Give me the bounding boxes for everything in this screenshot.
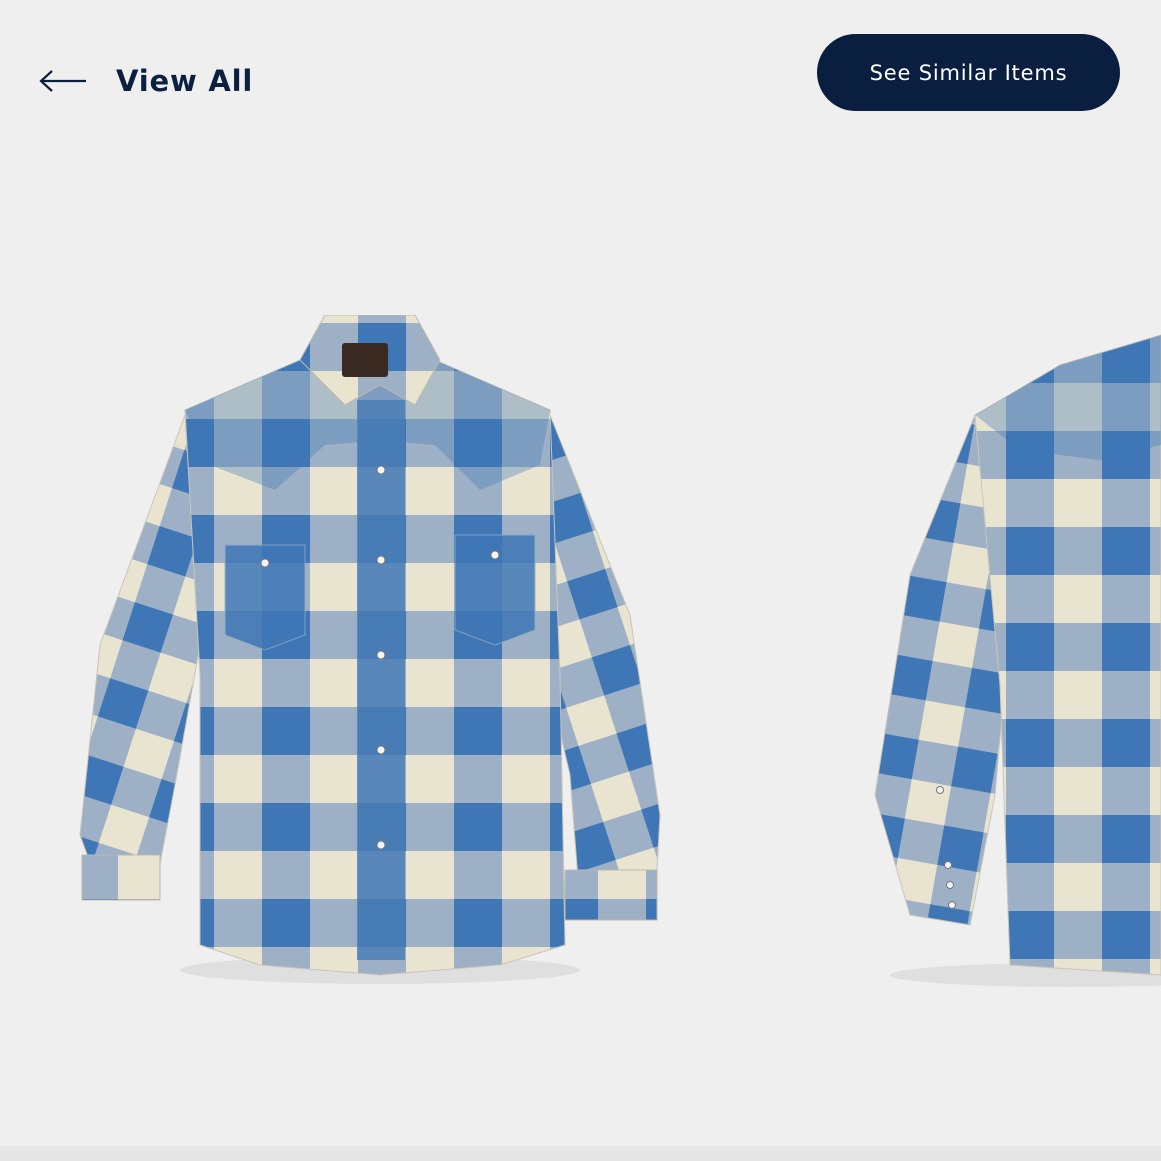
see-similar-items-button[interactable]: See Similar Items	[817, 34, 1120, 111]
bottom-divider	[0, 1146, 1161, 1161]
view-all-link[interactable]: View All	[38, 56, 253, 106]
arrow-left-icon	[38, 69, 88, 93]
product-image-front[interactable]	[60, 315, 700, 1005]
view-all-label: View All	[116, 64, 254, 98]
product-image-back[interactable]	[870, 325, 1161, 1005]
top-bar: View All See Similar Items	[0, 0, 1161, 150]
product-image-carousel[interactable]	[0, 150, 1161, 1161]
